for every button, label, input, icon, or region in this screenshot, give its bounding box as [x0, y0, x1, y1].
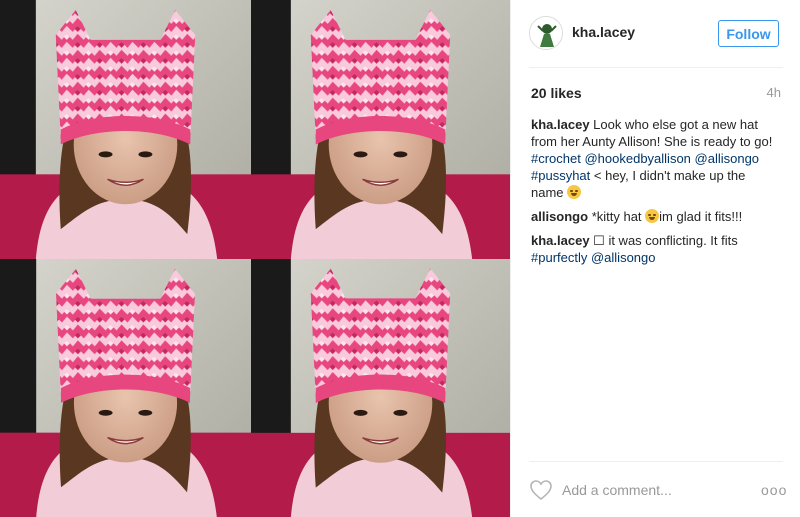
- add-comment-row: ooo: [529, 478, 786, 502]
- photo-tile: [251, 259, 510, 517]
- comment: kha.lacey Look who else got a new hat fr…: [531, 116, 781, 201]
- comment-author[interactable]: kha.lacey: [531, 233, 590, 248]
- comment-author[interactable]: kha.lacey: [531, 117, 590, 132]
- heart-icon[interactable]: [529, 479, 553, 501]
- comment-text: ☐ it was conflicting. It fits: [593, 233, 738, 248]
- more-options-icon[interactable]: ooo: [761, 478, 786, 502]
- comment-author[interactable]: allisongo: [531, 209, 588, 224]
- post-side-panel: kha.lacey Follow 20 likes 4h kha.lacey L…: [510, 0, 800, 517]
- divider: [529, 67, 783, 68]
- photo-tile: [0, 0, 251, 259]
- follow-button[interactable]: Follow: [718, 20, 779, 47]
- meta-row: 20 likes 4h: [531, 85, 781, 103]
- post-header: kha.lacey Follow: [511, 0, 800, 68]
- laughing-emoji-icon: [645, 209, 660, 223]
- photo-tile: [251, 0, 510, 259]
- likes-count[interactable]: 20 likes: [531, 85, 582, 101]
- comment-tags[interactable]: #crochet @hookedbyallison @allisongo: [531, 151, 759, 166]
- comment: kha.lacey ☐ it was conflicting. It fits …: [531, 232, 781, 266]
- comment-hashtag[interactable]: #pussyhat: [531, 168, 590, 183]
- comment-text: *kitty hat: [591, 209, 642, 224]
- photo-tile: [0, 259, 251, 517]
- post-photo[interactable]: [0, 0, 510, 517]
- comment-text: im glad it fits!!!: [659, 209, 743, 224]
- add-comment-input[interactable]: [562, 479, 742, 501]
- laughing-emoji-icon: [567, 185, 582, 199]
- avatar[interactable]: [529, 16, 563, 50]
- comment-list: kha.lacey Look who else got a new hat fr…: [531, 116, 781, 273]
- comment: allisongo *kitty hat im glad it fits!!!: [531, 208, 781, 225]
- username[interactable]: kha.lacey: [572, 24, 635, 40]
- timestamp[interactable]: 4h: [767, 85, 781, 100]
- divider: [529, 461, 783, 462]
- comment-tags[interactable]: #purfectly @allisongo: [531, 250, 655, 265]
